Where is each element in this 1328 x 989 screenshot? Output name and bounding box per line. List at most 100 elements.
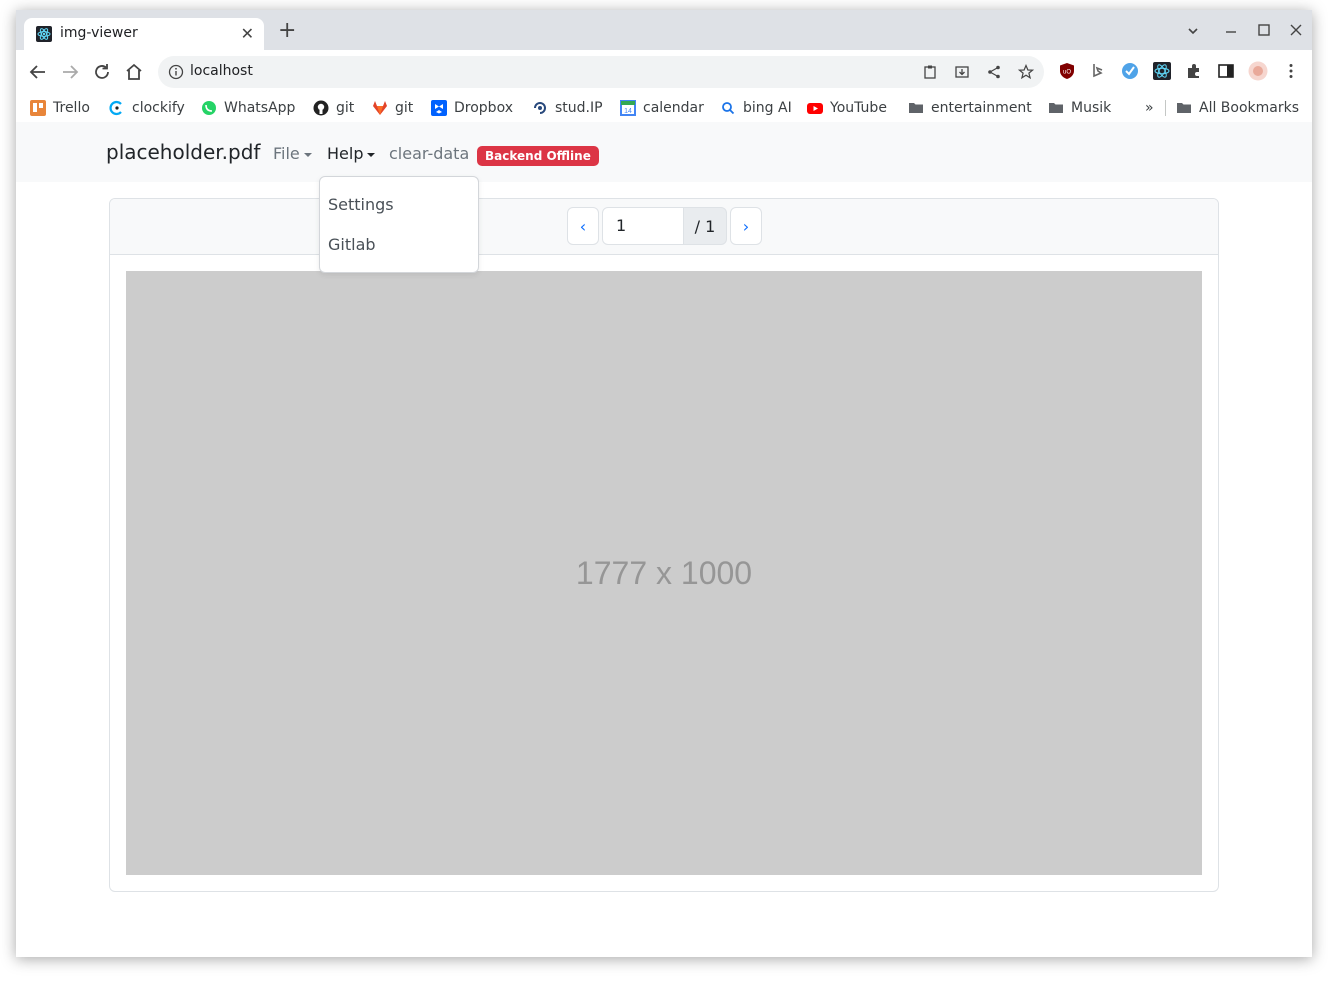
bookmarks-bar: Trello clockify WhatsApp git git Dropbox…: [16, 94, 1312, 122]
gitlab-icon: [373, 101, 387, 115]
tab-title: img-viewer: [60, 25, 138, 41]
clipboard-icon[interactable]: [922, 64, 938, 80]
close-tab-icon[interactable]: ✕: [241, 24, 254, 43]
react-devtools-icon[interactable]: [1153, 62, 1171, 80]
page-image: 1777 x 1000: [126, 271, 1202, 875]
bookmark-label: stud.IP: [555, 100, 603, 116]
react-icon: [36, 26, 52, 42]
svg-text:14: 14: [624, 108, 632, 115]
profile-avatar-icon[interactable]: [1248, 61, 1268, 81]
page-number-input[interactable]: 1: [602, 207, 684, 245]
help-menu-toggle[interactable]: Help: [327, 144, 376, 163]
clear-data-link[interactable]: clear-data: [389, 144, 469, 163]
svg-text:uO: uO: [1063, 70, 1071, 76]
bookmark-dropbox[interactable]: Dropbox: [431, 98, 513, 118]
bookmark-folder-entertainment[interactable]: entertainment: [908, 98, 1032, 118]
menu-item-settings[interactable]: Settings: [328, 195, 394, 214]
bookmark-label: Musik: [1071, 100, 1112, 116]
app-navbar: placeholder.pdf File Help clear-data Bac…: [16, 122, 1312, 182]
browser-tab[interactable]: img-viewer ✕: [24, 18, 264, 50]
bookmark-label: YouTube: [830, 100, 887, 116]
file-menu-label: File: [273, 144, 300, 163]
bookmark-label: bing AI: [743, 100, 792, 116]
reload-icon[interactable]: [90, 60, 114, 84]
browser-window: img-viewer ✕ + localhost uO Trello clock…: [16, 10, 1312, 957]
calendar-icon: 14: [620, 100, 636, 116]
caret-down-icon: [303, 152, 312, 157]
prev-page-button[interactable]: ‹: [567, 207, 599, 245]
bookmark-label: entertainment: [931, 100, 1032, 116]
close-window-icon[interactable]: [1289, 23, 1303, 37]
bookmark-github[interactable]: git: [313, 98, 354, 118]
side-panel-icon[interactable]: [1217, 62, 1235, 80]
page-total: / 1: [683, 207, 727, 245]
studip-icon: [534, 102, 546, 114]
menu-item-gitlab[interactable]: Gitlab: [328, 235, 376, 254]
bookmark-whatsapp[interactable]: WhatsApp: [201, 98, 295, 118]
bookmark-clockify[interactable]: clockify: [109, 98, 185, 118]
trello-icon: [30, 100, 46, 116]
bookmark-calendar[interactable]: 14 calendar: [620, 98, 704, 118]
address-bar[interactable]: localhost: [158, 56, 1044, 88]
folder-icon: [1049, 103, 1063, 113]
bookmark-label: git: [336, 100, 355, 116]
bookmark-studip[interactable]: stud.IP: [532, 98, 603, 118]
status-badge: Backend Offline: [477, 146, 599, 166]
bookmarks-divider: [1165, 100, 1166, 116]
url-text: localhost: [190, 63, 253, 79]
help-menu-label: Help: [327, 144, 364, 163]
new-tab-icon[interactable]: +: [278, 20, 296, 42]
share-icon[interactable]: [986, 64, 1002, 80]
install-icon[interactable]: [954, 64, 970, 80]
forward-icon[interactable]: [58, 60, 82, 84]
bookmark-gitlab[interactable]: git: [372, 98, 413, 118]
extensions-puzzle-icon[interactable]: [1185, 62, 1203, 80]
chevron-right-icon: ›: [742, 216, 750, 236]
minimize-icon[interactable]: [1224, 24, 1238, 38]
bookmark-label: Dropbox: [454, 100, 513, 116]
bookmark-label: Trello: [53, 100, 90, 116]
back-icon[interactable]: [26, 60, 50, 84]
bookmarks-overflow-button[interactable]: »: [1145, 98, 1154, 118]
home-icon[interactable]: [122, 60, 146, 84]
whatsapp-icon: [202, 101, 216, 115]
bookmark-label: git: [395, 100, 414, 116]
bing-extension-icon[interactable]: [1089, 62, 1107, 80]
bookmark-trello[interactable]: Trello: [30, 98, 90, 118]
caret-down-icon: [367, 152, 376, 157]
bookmark-label: clockify: [132, 100, 185, 116]
bookmark-youtube[interactable]: YouTube: [807, 98, 887, 118]
bookmark-label: calendar: [643, 100, 704, 116]
clear-data-label: clear-data: [389, 144, 470, 163]
bookmark-folder-musik[interactable]: Musik: [1048, 98, 1111, 118]
image-dimensions-label: 1777 x 1000: [575, 554, 753, 591]
chevron-left-icon: ‹: [579, 216, 587, 236]
all-bookmarks-button[interactable]: All Bookmarks: [1176, 98, 1299, 118]
page-title[interactable]: placeholder.pdf: [106, 140, 260, 164]
bing-icon: [722, 102, 735, 115]
star-icon[interactable]: [1018, 64, 1034, 80]
chevron-double-right-icon: »: [1145, 100, 1154, 116]
folder-icon: [1177, 103, 1191, 113]
bookmark-bing[interactable]: bing AI: [720, 98, 792, 118]
browser-toolbar: localhost: [16, 50, 1312, 94]
clockify-icon: [109, 100, 122, 116]
dropbox-icon: [431, 100, 447, 116]
viewer-card-header: ‹ 1 / 1 ›: [110, 199, 1218, 255]
youtube-icon: [807, 103, 823, 114]
bookmark-label: WhatsApp: [224, 100, 296, 116]
ublock-icon[interactable]: uO: [1058, 62, 1076, 80]
bookmark-label: All Bookmarks: [1199, 100, 1300, 116]
file-menu-toggle[interactable]: File: [273, 144, 312, 163]
help-dropdown-menu: Settings Gitlab: [319, 176, 479, 273]
tab-search-icon[interactable]: [1186, 24, 1200, 38]
folder-icon: [909, 103, 923, 113]
menu-kebab-icon[interactable]: [1282, 62, 1300, 80]
maximize-icon[interactable]: [1257, 23, 1271, 37]
next-page-button[interactable]: ›: [730, 207, 762, 245]
checker-extension-icon[interactable]: [1121, 62, 1139, 80]
info-icon[interactable]: [168, 64, 184, 80]
github-icon: [313, 100, 329, 116]
viewer-card: ‹ 1 / 1 › 1777 x 1000: [109, 198, 1219, 892]
tab-strip: img-viewer ✕ +: [16, 10, 1312, 50]
